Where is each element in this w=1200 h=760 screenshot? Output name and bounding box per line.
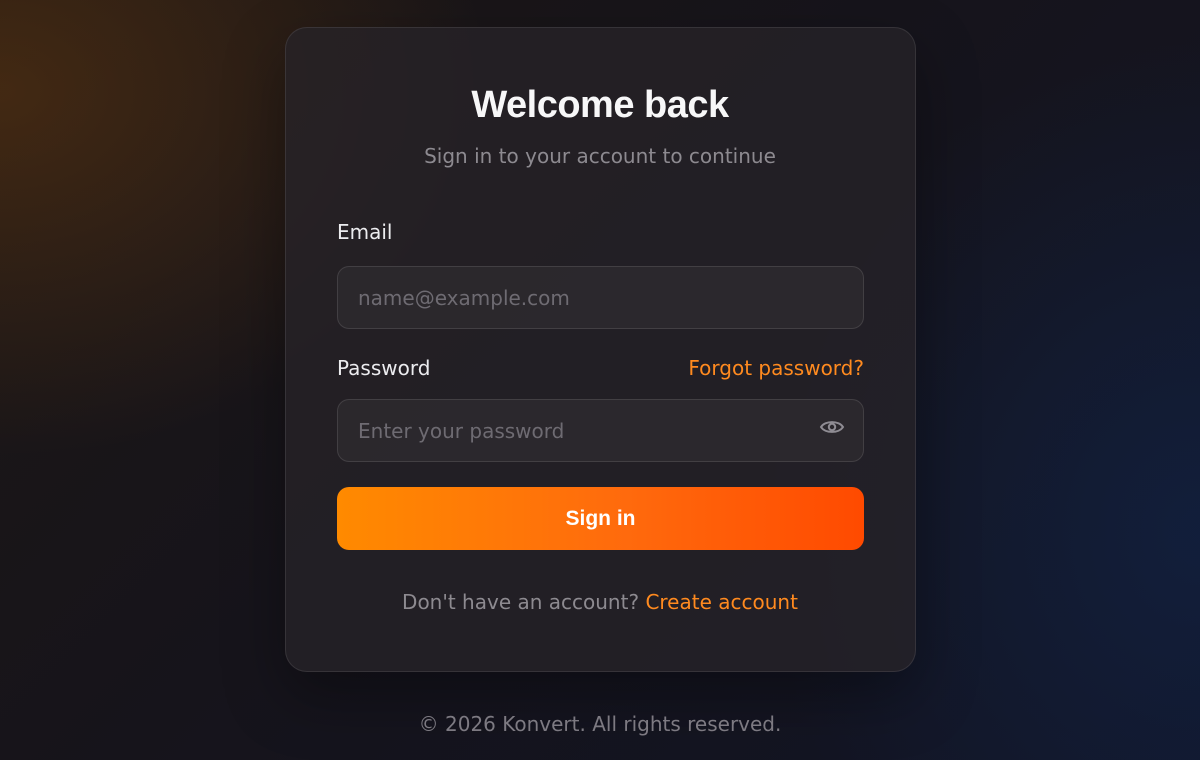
page-title: Welcome back (471, 84, 729, 126)
signup-prompt-text: Don't have an account? (402, 590, 640, 614)
show-password-button[interactable] (814, 414, 850, 444)
password-label: Password (337, 356, 431, 380)
forgot-password-link[interactable]: Forgot password? (688, 356, 864, 380)
email-label: Email (337, 220, 393, 244)
page-subtitle: Sign in to your account to continue (424, 144, 776, 168)
eye-icon (819, 418, 845, 440)
sign-in-button[interactable]: Sign in (337, 487, 864, 550)
create-account-link[interactable]: Create account (645, 590, 798, 614)
email-field[interactable] (337, 266, 864, 329)
password-field[interactable] (337, 399, 864, 462)
signup-prompt: Don't have an account? Create account (0, 590, 1200, 614)
footer-copyright: © 2026 Konvert. All rights reserved. (418, 712, 782, 736)
